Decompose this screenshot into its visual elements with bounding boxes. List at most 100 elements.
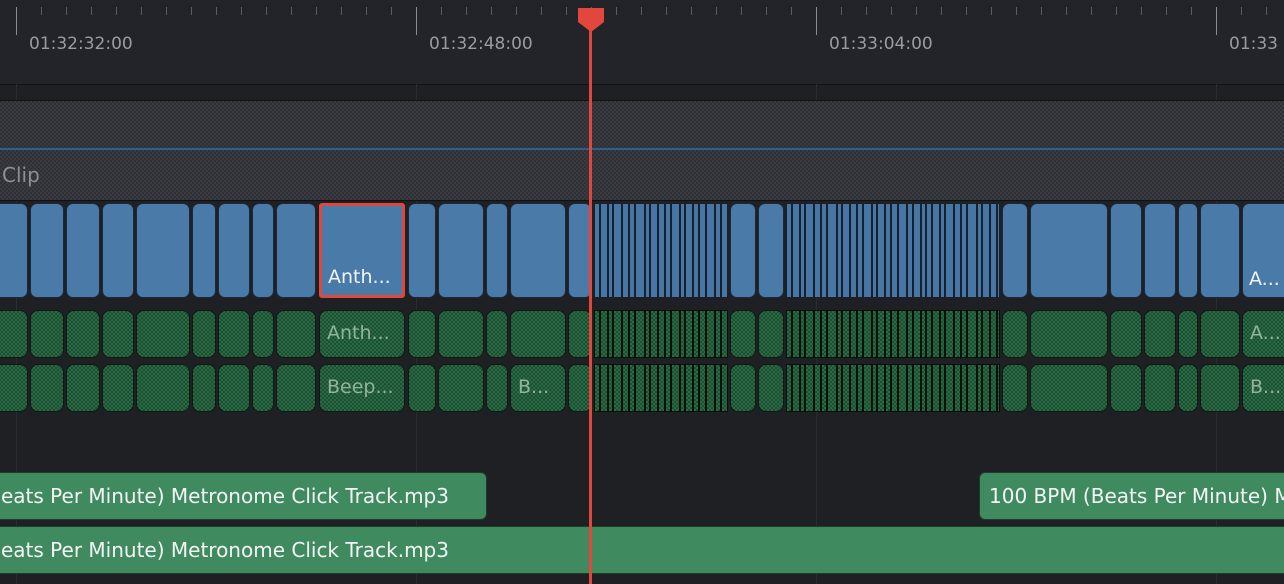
- video-clip[interactable]: [721, 203, 728, 298]
- audio-clip[interactable]: [685, 364, 693, 412]
- audio-clip[interactable]: [842, 310, 850, 358]
- video-clip[interactable]: [685, 203, 693, 298]
- audio-clip[interactable]: [891, 310, 898, 358]
- audio-clip[interactable]: [66, 310, 100, 358]
- audio-clip[interactable]: [408, 364, 436, 412]
- video-clip[interactable]: [408, 203, 436, 298]
- video-clip[interactable]: [218, 203, 250, 298]
- audio-clip[interactable]: [218, 310, 250, 358]
- audio-clip[interactable]: [685, 310, 693, 358]
- audio-clip[interactable]: [877, 310, 885, 358]
- video-clip[interactable]: [730, 203, 756, 298]
- audio-clip[interactable]: [932, 364, 940, 412]
- audio-clip[interactable]: [792, 364, 800, 412]
- audio-clip[interactable]: [730, 364, 756, 412]
- audio-clip[interactable]: [1110, 310, 1142, 358]
- audio-clip[interactable]: [891, 364, 898, 412]
- audio-clip[interactable]: [758, 310, 784, 358]
- video-clip[interactable]: [792, 203, 800, 298]
- audio-clip[interactable]: [997, 310, 1000, 358]
- audio-clip[interactable]: [982, 364, 990, 412]
- video-clip[interactable]: [1002, 203, 1028, 298]
- audio-clip[interactable]: [102, 364, 134, 412]
- audio-clip[interactable]: [945, 310, 954, 358]
- audio-clip[interactable]: [600, 310, 608, 358]
- video-clip[interactable]: [699, 203, 706, 298]
- video-clip[interactable]: [1110, 203, 1142, 298]
- video-clip[interactable]: [438, 203, 484, 298]
- audio-clip[interactable]: [671, 364, 680, 412]
- video-clip[interactable]: [877, 203, 885, 298]
- audio-clip[interactable]: [613, 364, 622, 412]
- video-clip[interactable]: [814, 203, 821, 298]
- video-clip[interactable]: [997, 203, 1000, 298]
- audio-clip[interactable]: [863, 310, 872, 358]
- audio-clip[interactable]: [945, 364, 954, 412]
- audio-clip[interactable]: [600, 364, 608, 412]
- video-clip[interactable]: [954, 203, 961, 298]
- audio-clip[interactable]: [850, 310, 857, 358]
- audio-clip[interactable]: [252, 310, 274, 358]
- video-clip[interactable]: [635, 203, 645, 298]
- video-clip[interactable]: [1030, 203, 1108, 298]
- audio-clip[interactable]: B...: [1242, 364, 1284, 412]
- audio-clip[interactable]: [486, 310, 508, 358]
- audio-clip[interactable]: [967, 310, 977, 358]
- video-clip-selected[interactable]: Anth...: [319, 203, 405, 298]
- audio-clip[interactable]: [990, 364, 997, 412]
- audio-clip[interactable]: [877, 364, 885, 412]
- audio-clip[interactable]: [66, 364, 100, 412]
- audio-clip[interactable]: [990, 310, 997, 358]
- audio-clip[interactable]: [192, 310, 216, 358]
- compound-clip[interactable]: Clip: [0, 150, 1284, 201]
- audio-clip[interactable]: [721, 310, 728, 358]
- audio-clip[interactable]: [954, 310, 961, 358]
- playhead-handle-icon[interactable]: [576, 8, 606, 32]
- audio-clip[interactable]: [1030, 310, 1108, 358]
- audio-clip[interactable]: [898, 364, 907, 412]
- audio-clip[interactable]: [982, 310, 990, 358]
- audio-clip[interactable]: [913, 364, 921, 412]
- video-clip[interactable]: [913, 203, 921, 298]
- video-clip[interactable]: [671, 203, 680, 298]
- audio-clip[interactable]: [1144, 310, 1176, 358]
- video-clip[interactable]: [102, 203, 134, 298]
- audio-clip[interactable]: [658, 364, 665, 412]
- playhead-line[interactable]: [589, 20, 592, 584]
- video-clip[interactable]: [486, 203, 508, 298]
- audio-clip[interactable]: B...: [510, 364, 566, 412]
- video-clip[interactable]: [850, 203, 857, 298]
- timecode-ruler[interactable]: 01:32:32:00 01:32:48:00 01:33:04:00 01:3…: [0, 0, 1284, 85]
- video-clip[interactable]: [252, 203, 274, 298]
- audio-clip[interactable]: [967, 364, 977, 412]
- audio-clip[interactable]: [997, 364, 1000, 412]
- audio-clip[interactable]: [408, 310, 436, 358]
- audio-clip[interactable]: [805, 310, 814, 358]
- audio-clip[interactable]: [510, 310, 566, 358]
- audio-clip[interactable]: [136, 310, 190, 358]
- music-clip[interactable]: 100 BPM (Beats Per Minute) M: [979, 472, 1284, 520]
- audio-clip[interactable]: [650, 310, 658, 358]
- video-clip[interactable]: [192, 203, 216, 298]
- video-clip[interactable]: [66, 203, 100, 298]
- video-clip[interactable]: A...: [1242, 203, 1284, 298]
- audio-clip[interactable]: [850, 364, 857, 412]
- audio-clip[interactable]: [1030, 364, 1108, 412]
- audio-clip[interactable]: [827, 310, 837, 358]
- video-clip[interactable]: [863, 203, 872, 298]
- audio-clip[interactable]: [438, 364, 484, 412]
- audio-clip[interactable]: [1144, 364, 1176, 412]
- audio-clip[interactable]: [721, 364, 728, 412]
- video-clip[interactable]: [990, 203, 997, 298]
- audio-clip[interactable]: [1110, 364, 1142, 412]
- video-clip[interactable]: [613, 203, 622, 298]
- audio-clip[interactable]: [1200, 364, 1240, 412]
- video-clip[interactable]: [891, 203, 898, 298]
- audio-clip[interactable]: [898, 310, 907, 358]
- audio-clip[interactable]: [671, 310, 680, 358]
- audio-clip[interactable]: [622, 364, 629, 412]
- audio-clip[interactable]: [635, 310, 645, 358]
- audio-clip[interactable]: [622, 310, 629, 358]
- audio-clip[interactable]: [486, 364, 508, 412]
- video-clip[interactable]: [136, 203, 190, 298]
